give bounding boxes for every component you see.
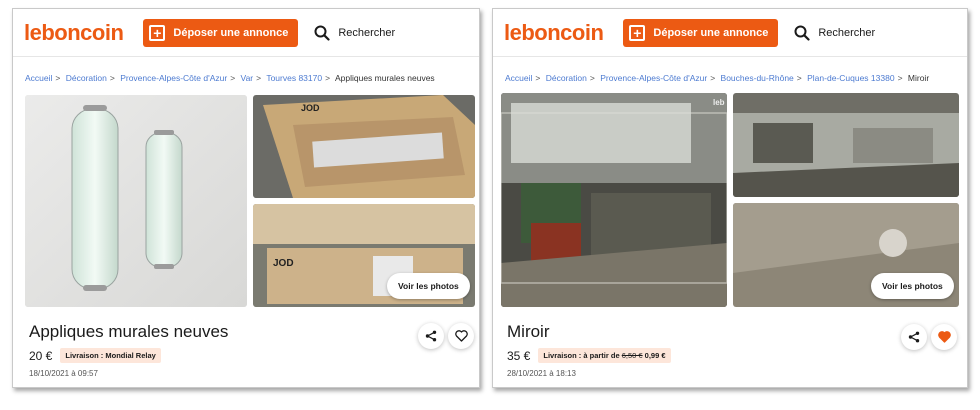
price: 20 € — [29, 348, 53, 363]
breadcrumb-home[interactable]: Accueil — [505, 73, 532, 83]
breadcrumb-department[interactable]: Bouches-du-Rhône — [721, 73, 794, 83]
leboncoin-logo[interactable]: leboncoin — [504, 20, 604, 46]
post-ad-button[interactable]: + Déposer une annonce — [623, 18, 779, 47]
leboncoin-logo[interactable]: leboncoin — [24, 20, 124, 46]
delivery-old-price: 6,50 € — [621, 351, 643, 360]
search-label: Rechercher — [818, 26, 876, 39]
main-photo[interactable] — [25, 95, 247, 307]
delivery-new-price: 0,99 € — [642, 351, 666, 360]
favorite-button[interactable] — [448, 323, 474, 349]
search-label: Rechercher — [338, 26, 396, 39]
mirror-reflection-image — [733, 93, 959, 197]
see-photos-button[interactable]: Voir les photos — [387, 273, 470, 299]
listing-title: Miroir — [507, 322, 550, 341]
price: 35 € — [507, 348, 531, 363]
heart-filled-icon — [937, 331, 951, 343]
plus-icon: + — [149, 24, 166, 41]
breadcrumb-region[interactable]: Provence-Alpes-Côte d'Azur — [600, 73, 707, 83]
delivery-badge: Livraison : à partir de 6,50 € 0,99 € — [538, 348, 671, 363]
breadcrumb-region[interactable]: Provence-Alpes-Côte d'Azur — [120, 73, 227, 83]
breadcrumb-category[interactable]: Décoration — [546, 73, 587, 83]
breadcrumb-department[interactable]: Var — [241, 73, 254, 83]
see-photos-button[interactable]: Voir les photos — [871, 273, 954, 299]
favorite-button[interactable] — [931, 324, 957, 350]
breadcrumb: Accueil > Décoration > Provence-Alpes-Côte… — [505, 73, 930, 83]
box-top-image: JOD — [253, 95, 475, 198]
box-brand-text: JOD — [301, 103, 320, 113]
posted-date: 18/10/2021 à 09:57 — [29, 369, 98, 378]
watermark-text: leb — [713, 98, 725, 107]
share-icon — [908, 331, 920, 343]
box-label-text: JOD — [273, 258, 294, 269]
heart-outline-icon — [454, 330, 468, 342]
posted-date: 28/10/2021 à 18:13 — [507, 369, 576, 378]
breadcrumb-current: Miroir — [907, 73, 930, 83]
plus-icon: + — [629, 24, 646, 41]
share-button[interactable] — [418, 323, 444, 349]
delivery-badge: Livraison : Mondial Relay — [60, 348, 161, 363]
wall-lamps-image — [25, 95, 247, 307]
delivery-prefix: Livraison : à partir de — [543, 351, 622, 360]
secondary-photo-1[interactable] — [733, 93, 959, 197]
post-ad-label: Déposer une annonce — [173, 26, 289, 39]
breadcrumb: Accueil > Décoration > Provence-Alpes-Côte… — [25, 73, 435, 83]
post-ad-button[interactable]: + Déposer une annonce — [143, 18, 299, 47]
price-row: 20 € Livraison : Mondial Relay — [29, 348, 161, 363]
breadcrumb-current: Appliques murales neuves — [334, 73, 435, 83]
listing-card-miroir: leboncoin + Déposer une annonce Recherch… — [492, 8, 968, 388]
post-ad-label: Déposer une annonce — [653, 26, 769, 39]
search-button[interactable]: Rechercher — [314, 25, 395, 41]
price-row: 35 € Livraison : à partir de 6,50 € 0,99… — [507, 348, 671, 363]
mirror-image: leb — [501, 93, 727, 307]
main-photo[interactable]: leb — [501, 93, 727, 307]
search-icon — [314, 25, 330, 41]
top-bar: leboncoin + Déposer une annonce Recherch… — [493, 9, 967, 57]
secondary-photo-1[interactable]: JOD — [253, 95, 475, 198]
search-icon — [794, 25, 810, 41]
search-button[interactable]: Rechercher — [794, 25, 875, 41]
top-bar: leboncoin + Déposer une annonce Recherch… — [13, 9, 479, 57]
listing-card-appliques: leboncoin + Déposer une annonce Recherch… — [12, 8, 480, 388]
share-button[interactable] — [901, 324, 927, 350]
breadcrumb-category[interactable]: Décoration — [66, 73, 107, 83]
breadcrumb-city[interactable]: Tourves 83170 — [266, 73, 322, 83]
listing-title: Appliques murales neuves — [29, 322, 229, 341]
share-icon — [425, 330, 437, 342]
breadcrumb-city[interactable]: Plan-de-Cuques 13380 — [807, 73, 894, 83]
breadcrumb-home[interactable]: Accueil — [25, 73, 52, 83]
